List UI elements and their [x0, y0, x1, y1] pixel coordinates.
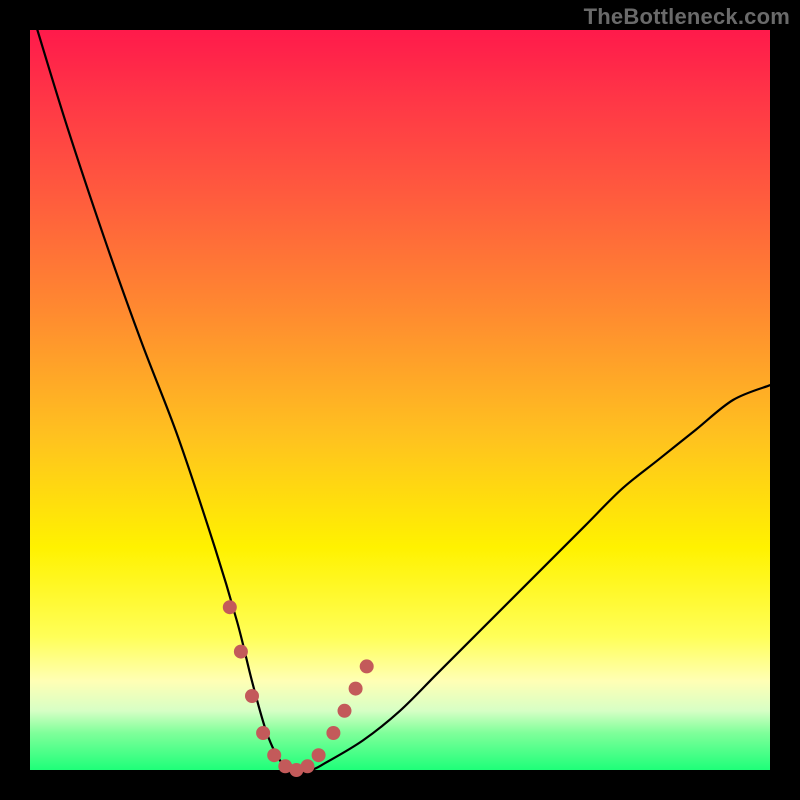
- chart-frame: TheBottleneck.com: [0, 0, 800, 800]
- plot-area: [30, 30, 770, 770]
- highlight-dot: [223, 600, 237, 614]
- highlight-dot: [360, 659, 374, 673]
- highlight-dot: [301, 759, 315, 773]
- highlight-dot: [256, 726, 270, 740]
- highlight-dot: [245, 689, 259, 703]
- highlight-dot: [234, 645, 248, 659]
- bottleneck-curve: [37, 30, 770, 771]
- highlight-dot: [338, 704, 352, 718]
- highlight-dot: [349, 682, 363, 696]
- highlight-dots: [223, 600, 374, 777]
- watermark-label: TheBottleneck.com: [584, 4, 790, 30]
- highlight-dot: [312, 748, 326, 762]
- highlight-dot: [326, 726, 340, 740]
- highlight-dot: [267, 748, 281, 762]
- chart-svg: [30, 30, 770, 770]
